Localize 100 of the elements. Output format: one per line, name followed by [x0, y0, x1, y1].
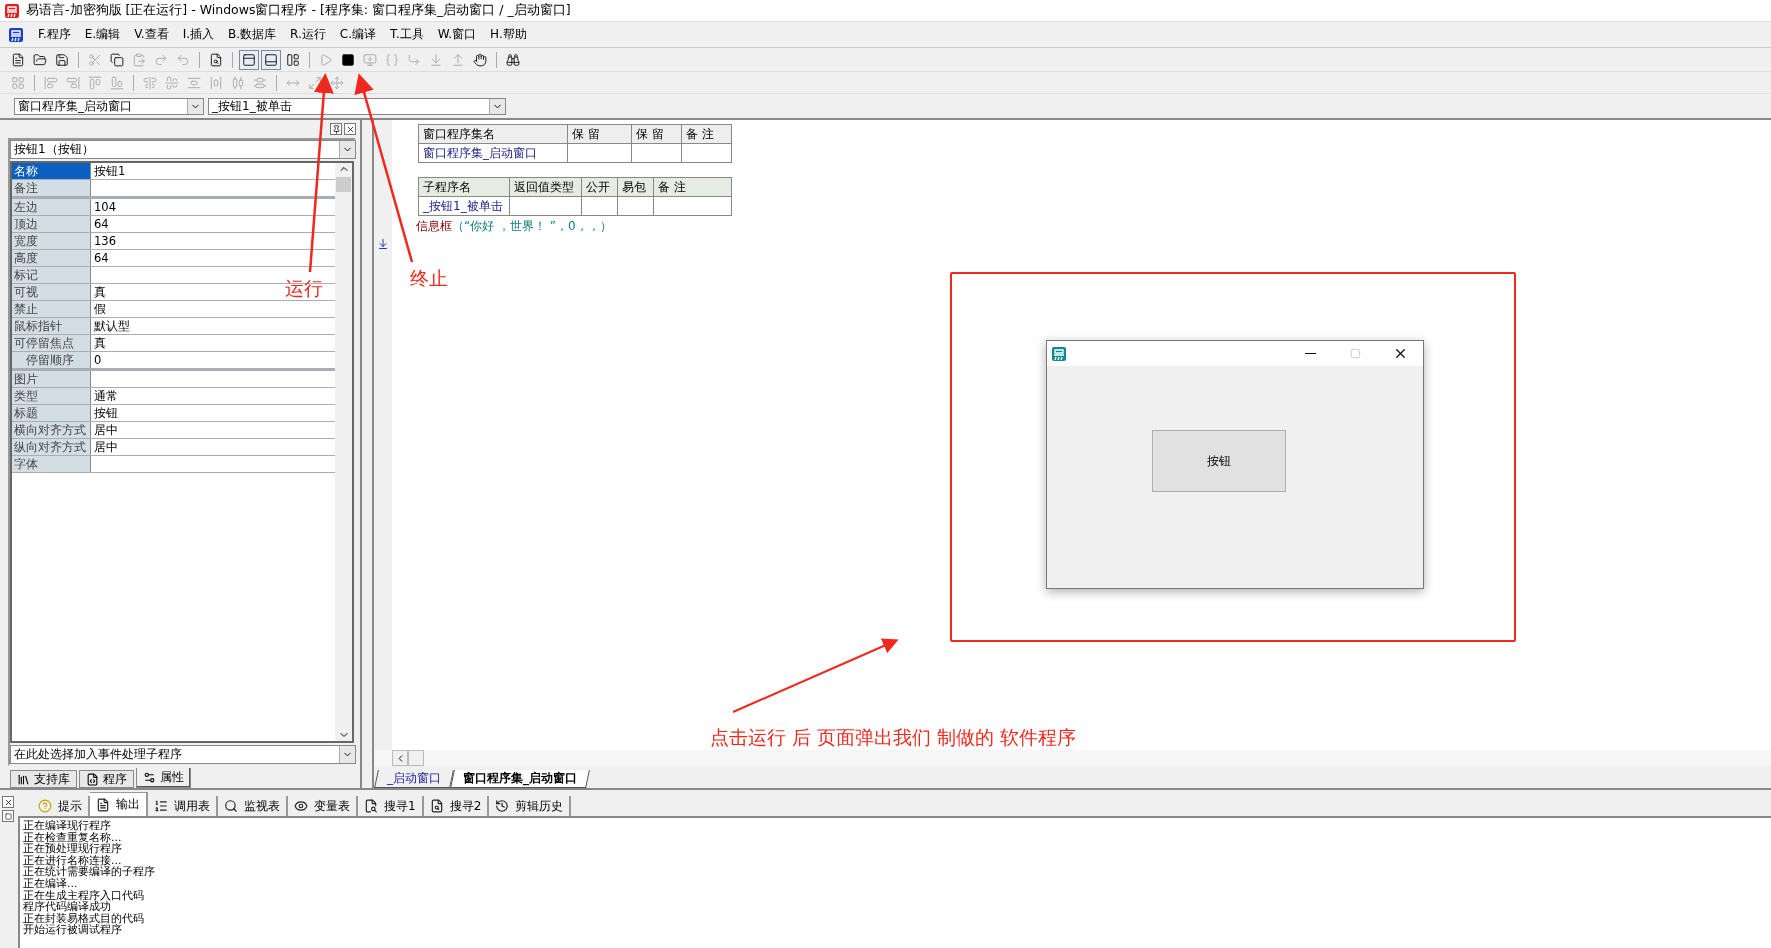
log-line: 正在编译现行程序 [23, 820, 112, 832]
property-value[interactable]: 104 [94, 199, 116, 215]
menu-item[interactable]: H.帮助 [490, 26, 527, 43]
center-vertical-icon [143, 75, 157, 90]
object-dropdown[interactable]: 按钮1（按钮） [10, 140, 356, 159]
center-horizontal-icon [165, 75, 179, 90]
property-value[interactable]: 默认型 [94, 318, 130, 334]
property-name[interactable]: 禁止 [12, 301, 91, 317]
step-in-icon [429, 52, 443, 67]
property-name[interactable]: 图片 [12, 371, 91, 387]
property-value[interactable]: 居中 [94, 439, 118, 455]
editor-tab[interactable]: 窗口程序集_启动窗口 [450, 770, 590, 788]
property-name[interactable]: 类型 [12, 388, 91, 404]
close-button[interactable] [344, 123, 356, 135]
event-dropdown[interactable]: 在此处选择加入事件处理子程序 [10, 745, 356, 764]
column-header: 保 留 [631, 124, 682, 144]
menu-item[interactable]: V.查看 [134, 26, 169, 43]
argument-list: （“你好 ，世界！ ”，0，，） [452, 218, 612, 235]
panel-bottom-icon [264, 52, 278, 67]
scroll-thumb[interactable] [408, 750, 424, 766]
pin-icon [331, 124, 341, 134]
column-header: 备 注 [681, 124, 732, 144]
menu-item[interactable]: F.程序 [38, 26, 71, 43]
preview-icon [209, 52, 223, 67]
copy-icon [110, 52, 124, 67]
program-set-dropdown[interactable]: 窗口程序集_启动窗口 [14, 97, 204, 115]
property-name[interactable]: 顶边 [12, 216, 91, 232]
table-cell: _按钮1_被单击 [418, 196, 510, 216]
property-value[interactable]: 通常 [94, 388, 118, 404]
search-icon [224, 799, 238, 813]
property-value[interactable]: 真 [94, 284, 106, 300]
app-logo-icon [8, 26, 24, 43]
property-name[interactable]: 纵向对齐方式 [12, 439, 91, 455]
window-title: 易语言-加密狗版 [正在运行] - Windows窗口程序 - [程序集: 窗口程序集_启动窗口 / _启动窗口] [26, 2, 571, 19]
log-line: 正在进行名称连接... [23, 854, 122, 867]
property-value[interactable]: 136 [94, 233, 116, 249]
panel-tab[interactable]: 程序 [79, 770, 134, 788]
property-value[interactable]: 按钮 [94, 405, 118, 421]
property-value[interactable]: 按钮1 [94, 163, 126, 179]
property-name[interactable]: 高度 [12, 250, 91, 266]
property-name[interactable]: 左边 [12, 199, 91, 215]
property-name[interactable]: 宽度 [12, 233, 91, 249]
column-header: 公开 [581, 177, 618, 197]
log-line: 正在编译... [23, 877, 78, 890]
property-value[interactable]: 0 [94, 352, 102, 368]
close-icon [1393, 346, 1408, 361]
align-bottom-icon [110, 75, 124, 90]
property-value[interactable]: 假 [94, 301, 106, 317]
panel-tab[interactable]: 属性 [136, 768, 191, 788]
scrollbar[interactable] [335, 163, 352, 741]
log-line: 正在统计需要编译的子程序 [23, 866, 156, 878]
menu-item[interactable]: I.插入 [182, 26, 215, 43]
menu-item[interactable]: W.窗口 [437, 26, 477, 43]
log-line: 正在检查重复名称... [23, 831, 123, 844]
help-icon [38, 799, 52, 813]
property-value[interactable]: 真 [94, 335, 106, 351]
menu-item[interactable]: B.数据库 [228, 26, 277, 43]
property-value[interactable]: 64 [94, 250, 109, 266]
scroll-left-button[interactable] [392, 750, 408, 766]
property-name[interactable]: 停留顺序 [12, 352, 91, 368]
panel-bottom-button[interactable] [261, 49, 281, 70]
subroutine-dropdown[interactable]: _按钮1_被单击 [208, 97, 506, 115]
property-value[interactable]: 居中 [94, 422, 118, 438]
restore-button[interactable] [2, 810, 14, 822]
property-name[interactable]: 备注 [12, 180, 91, 196]
menu-item[interactable]: T.工具 [390, 26, 424, 43]
editor-tab[interactable]: _启动窗口 [374, 770, 454, 788]
align-right-icon [66, 75, 80, 90]
menu-item[interactable]: C.编译 [339, 26, 377, 43]
same-size-icon [308, 75, 322, 90]
output-icon [96, 797, 110, 812]
app-button[interactable]: 按钮 [1152, 430, 1286, 492]
books-icon [17, 772, 30, 786]
arrow-down-icon [377, 238, 389, 250]
property-name[interactable]: 标题 [12, 405, 91, 421]
cut-icon [88, 52, 102, 67]
app-logo-icon [1051, 345, 1067, 362]
property-name[interactable]: 字体 [12, 456, 91, 472]
column-header: 返回值类型 [509, 177, 582, 197]
menu-item[interactable]: R.运行 [290, 26, 326, 43]
property-value[interactable]: 64 [94, 216, 109, 232]
panel-top-button[interactable] [239, 49, 259, 70]
property-name[interactable]: 横向对齐方式 [12, 422, 91, 438]
close-button[interactable] [2, 796, 14, 808]
output-tab[interactable]: 输出 [90, 792, 148, 816]
stop-icon [341, 52, 355, 67]
property-name[interactable]: 可停留焦点 [12, 335, 91, 351]
annotation-label: 运行 [285, 276, 323, 301]
find-icon [364, 799, 378, 813]
menu-item[interactable]: E.编辑 [84, 26, 121, 43]
pin-button[interactable] [330, 123, 342, 135]
property-name[interactable]: 可视 [12, 284, 91, 300]
column-header: 易包 [617, 177, 654, 197]
scroll-thumb[interactable] [336, 177, 351, 192]
property-name[interactable]: 名称 [12, 163, 91, 179]
property-name[interactable]: 标记 [12, 267, 91, 283]
panel-tab[interactable]: 支持库 [10, 770, 77, 788]
property-name[interactable]: 鼠标指针 [12, 318, 91, 334]
annotation-label: 终止 [410, 266, 448, 291]
horizontal-scrollbar[interactable] [374, 750, 1771, 766]
